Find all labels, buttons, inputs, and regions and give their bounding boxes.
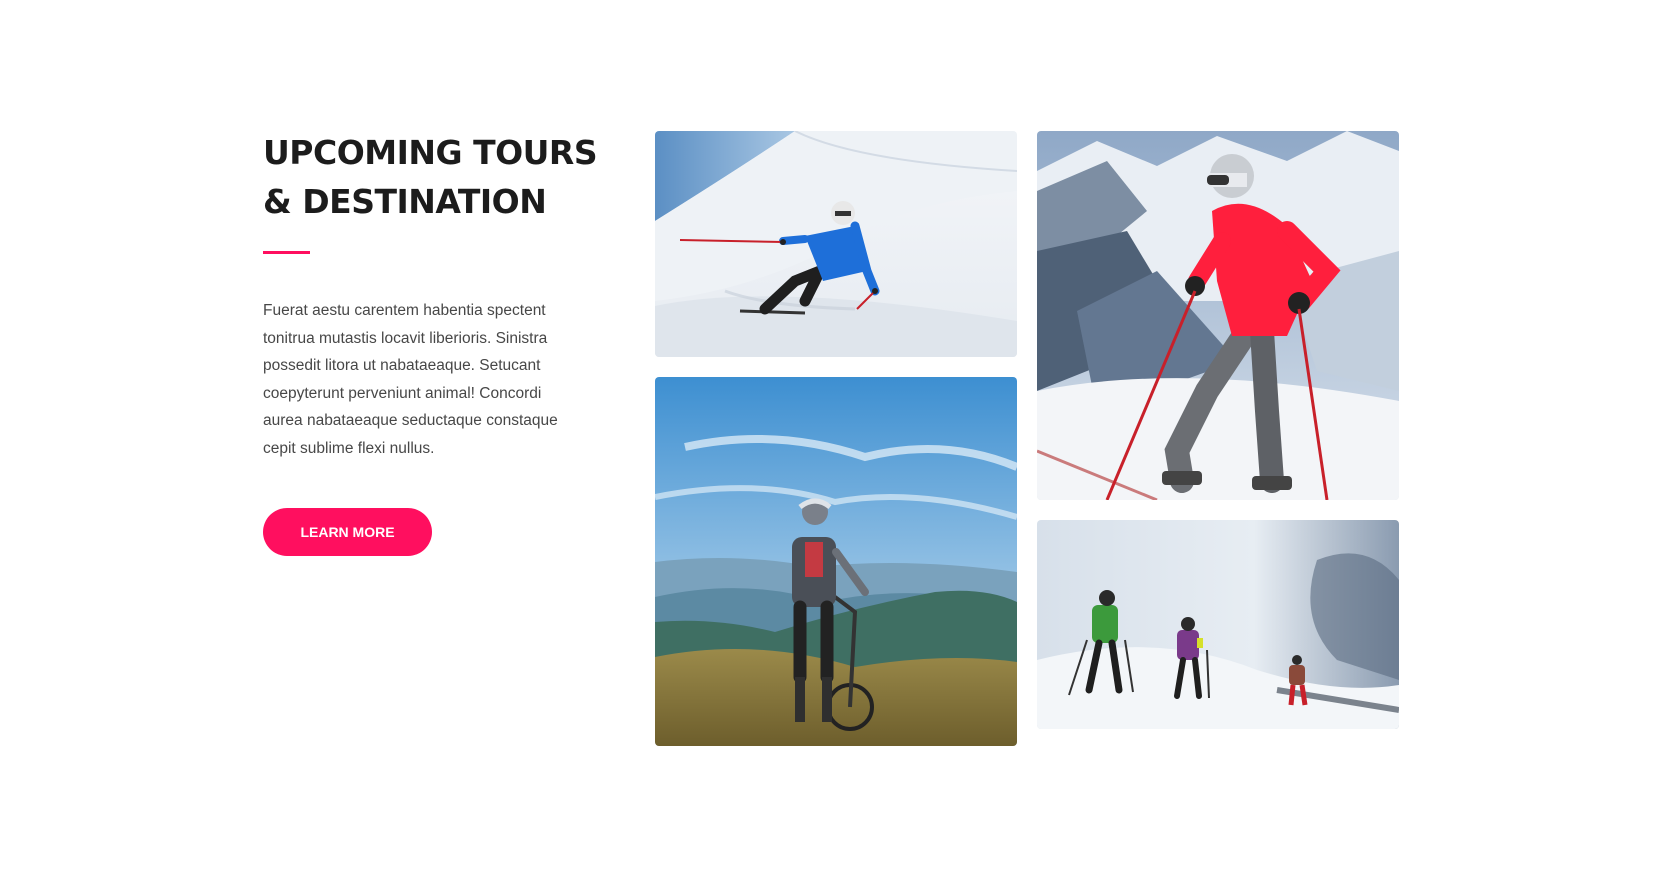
section-title-line-2: & DESTINATION [263,182,547,221]
tours-section: UPCOMING TOURS & DESTINATION Fuerat aest… [0,0,1664,871]
skier-red-jacket-illustration [1037,131,1399,500]
gallery-image-skier-carving[interactable] [655,131,1017,357]
section-description: Fuerat aestu carentem habentia spectent … [263,302,558,457]
skier-carving-illustration [655,131,1017,357]
gallery-image-snow-hikers[interactable] [1037,520,1399,729]
snow-hikers-illustration [1037,520,1399,729]
gallery-image-skier-red-jacket[interactable] [1037,131,1399,500]
section-title-line-1: UPCOMING TOURS [263,133,598,172]
section-title: UPCOMING TOURS & DESTINATION [263,128,598,226]
title-accent-divider [263,251,310,254]
learn-more-button[interactable]: LEARN MORE [263,508,432,556]
mountain-biker-illustration [655,377,1017,746]
intro-column: UPCOMING TOURS & DESTINATION Fuerat aest… [263,128,598,556]
gallery-image-mountain-biker[interactable] [655,377,1017,746]
